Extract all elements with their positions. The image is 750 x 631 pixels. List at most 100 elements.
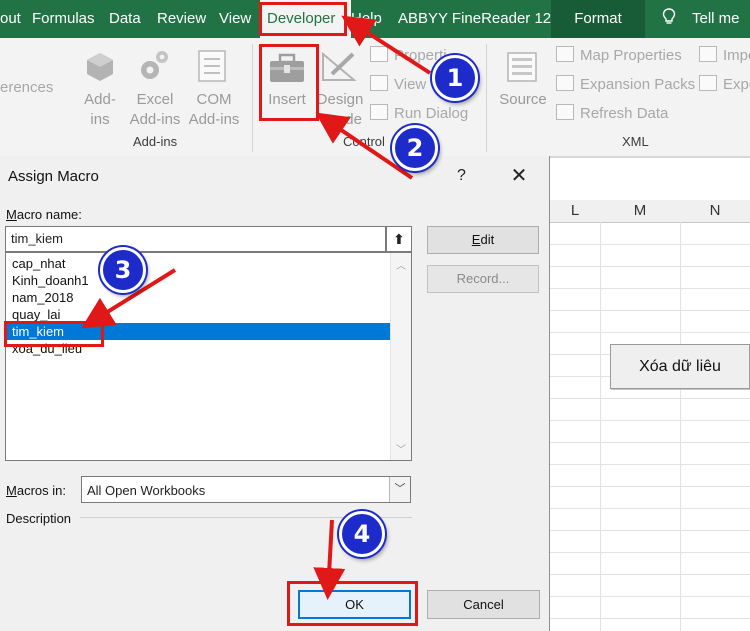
run-dialog-button[interactable]: Run Dialog	[370, 104, 468, 124]
import-icon	[699, 46, 717, 62]
column-header-n[interactable]: N	[680, 200, 750, 223]
step-4-badge: 4	[339, 511, 385, 557]
xml-group-label: XML	[622, 134, 649, 149]
grid-line	[550, 486, 750, 487]
worksheet-grid[interactable]: L M N	[550, 200, 750, 631]
grid-line	[550, 618, 750, 619]
grid-line	[550, 332, 750, 333]
column-header-m[interactable]: M	[600, 200, 681, 223]
com-add-ins-button[interactable]: COM Add-ins	[186, 90, 242, 130]
cancel-button[interactable]: Cancel	[427, 590, 540, 619]
assign-macro-dialog: Assign Macro ? ✕ Macro name: tim_kiem ⬆ …	[0, 156, 550, 631]
export-button[interactable]: Expo	[699, 75, 750, 95]
grid-line	[680, 222, 681, 631]
lightbulb-icon	[662, 8, 676, 24]
close-button[interactable]: ✕	[505, 162, 533, 190]
design-mode-button[interactable]: Design ode	[316, 90, 364, 130]
xml-source-button[interactable]: Source	[498, 90, 548, 110]
properties-button[interactable]: Properti	[370, 46, 447, 66]
grid-line	[550, 244, 750, 245]
clear-data-form-button[interactable]: Xóa dữ liêu	[610, 344, 750, 389]
grid-line	[550, 596, 750, 597]
expansion-packs-icon	[556, 75, 574, 91]
mnemonic-char: M	[6, 207, 17, 222]
chevron-down-icon[interactable]: ﹀	[389, 477, 410, 502]
group-separator	[486, 44, 487, 152]
group-separator	[252, 44, 253, 152]
macro-name-label: Macro name:	[6, 207, 82, 222]
properties-icon	[370, 46, 388, 62]
grid-line	[550, 266, 750, 267]
com-add-ins-icon	[198, 50, 226, 82]
highlight-box-insert-button	[259, 44, 319, 121]
dialog-title: Assign Macro	[8, 168, 99, 185]
tab-help[interactable]: Help	[351, 0, 382, 38]
grid-line	[550, 420, 750, 421]
macro-list[interactable]: cap_nhat Kinh_doanh1 nam_2018 quay_lai t…	[5, 252, 412, 461]
macros-in-label-rest: acros in:	[16, 483, 66, 498]
description-label: Description	[6, 511, 72, 526]
grid-line	[550, 530, 750, 531]
grid-line	[550, 442, 750, 443]
tab-abbyy-finereader[interactable]: ABBYY FineReader 12	[398, 0, 551, 38]
ribbon: erences Add-ins Excel Add-ins COM Add-ins …	[0, 38, 750, 157]
controls-group-label: Control	[343, 134, 385, 149]
highlight-box-macro-item	[4, 321, 104, 347]
tab-formulas[interactable]: Formulas	[32, 0, 95, 38]
refresh-data-icon	[556, 104, 574, 120]
tab-layout[interactable]: out	[0, 0, 21, 38]
ribbon-tab-bar: out Formulas Data Review View Developer …	[0, 0, 750, 38]
macro-list-item[interactable]: Kinh_doanh1	[7, 272, 390, 289]
excel-add-ins-gear-icon	[141, 51, 168, 79]
excel-add-ins-button[interactable]: Excel Add-ins	[126, 90, 184, 130]
grid-line	[550, 574, 750, 575]
xml-source-icon	[507, 52, 537, 82]
export-icon	[699, 75, 717, 91]
macro-name-label-rest: acro name:	[16, 207, 82, 222]
edit-button-rest: dit	[480, 232, 495, 247]
column-header-l[interactable]: L	[550, 200, 601, 223]
references-label-clipped: erences	[0, 79, 54, 96]
mnemonic-char: M	[6, 483, 17, 498]
grid-line	[550, 464, 750, 465]
macro-name-input[interactable]: tim_kiem	[5, 226, 386, 252]
scroll-down-arrow-icon[interactable]: ﹀	[391, 441, 411, 456]
highlight-box-ok-button	[287, 581, 418, 626]
view-code-button[interactable]: View	[370, 75, 426, 95]
step-1-badge: 1	[432, 55, 478, 101]
map-properties-button[interactable]: Map Properties	[556, 46, 682, 66]
macro-list-item[interactable]: cap_nhat	[7, 255, 390, 272]
view-code-icon	[370, 75, 388, 91]
collapse-dialog-up-arrow-icon[interactable]: ⬆	[386, 226, 412, 252]
import-button[interactable]: Impo	[699, 46, 750, 66]
tab-format[interactable]: Format	[551, 0, 645, 38]
scroll-up-arrow-icon[interactable]: ︿	[391, 257, 411, 272]
grid-line	[550, 310, 750, 311]
run-dialog-icon	[370, 104, 388, 120]
formula-bar-area	[548, 157, 750, 194]
add-ins-icon	[87, 53, 113, 81]
add-ins-button[interactable]: Add-ins	[78, 90, 122, 130]
step-3-badge: 3	[100, 247, 146, 293]
help-button[interactable]: ?	[457, 167, 466, 185]
grid-line	[550, 552, 750, 553]
tab-data[interactable]: Data	[109, 0, 141, 38]
macro-list-item[interactable]: nam_2018	[7, 289, 390, 306]
list-scrollbar[interactable]: ︿ ﹀	[390, 253, 411, 460]
highlight-box-developer-tab	[259, 2, 347, 36]
design-mode-icon	[322, 51, 357, 81]
grid-line	[600, 222, 601, 631]
map-properties-icon	[556, 46, 574, 62]
refresh-data-button[interactable]: Refresh Data	[556, 104, 668, 124]
grid-line	[550, 398, 750, 399]
tab-tell-me[interactable]: Tell me	[692, 0, 740, 38]
expansion-packs-button[interactable]: Expansion Packs	[556, 75, 695, 95]
tab-review[interactable]: Review	[157, 0, 206, 38]
edit-button[interactable]: Edit	[427, 226, 539, 254]
macros-in-label: Macros in:	[6, 483, 66, 498]
macros-in-dropdown[interactable]: All Open Workbooks ﹀	[81, 476, 411, 503]
record-button[interactable]: Record...	[427, 265, 539, 293]
add-ins-group-label: Add-ins	[133, 134, 178, 149]
macro-name-value: tim_kiem	[11, 231, 64, 246]
tab-view[interactable]: View	[219, 0, 251, 38]
